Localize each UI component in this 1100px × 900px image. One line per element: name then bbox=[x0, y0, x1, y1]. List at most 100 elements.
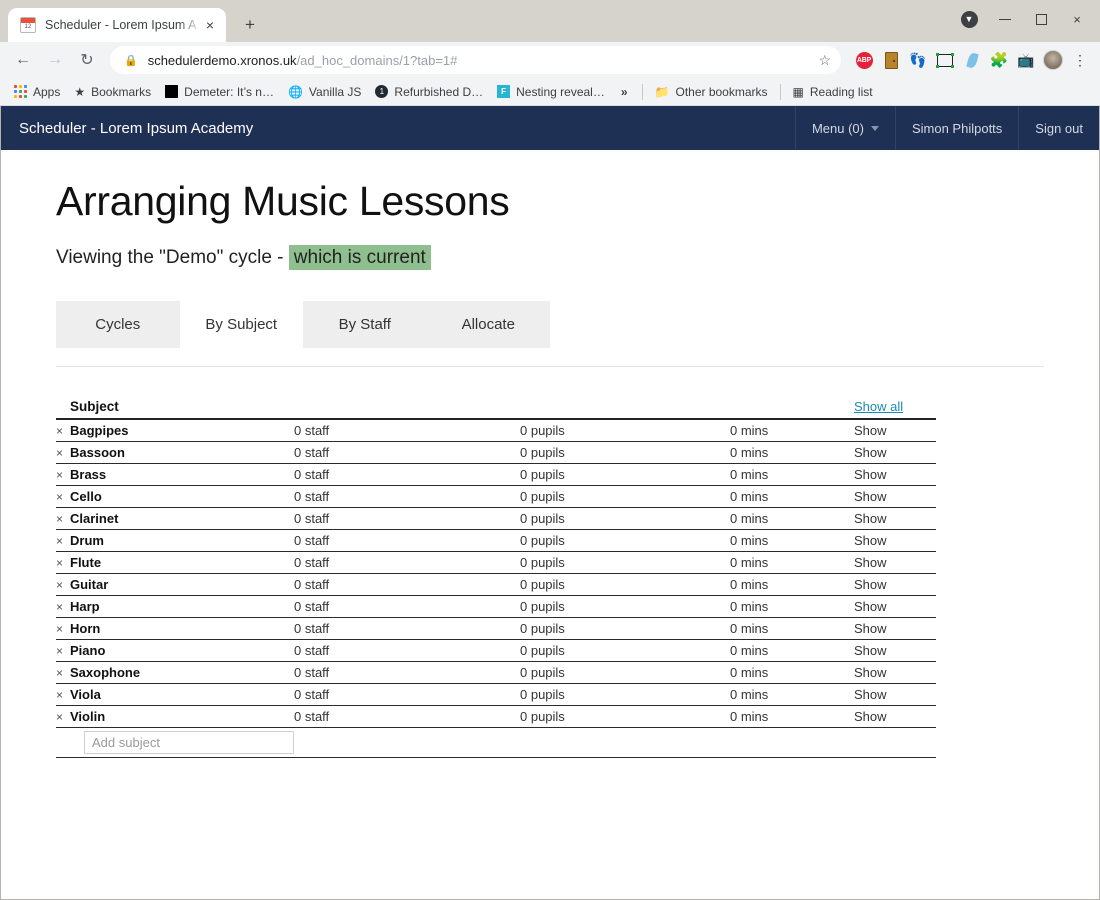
minimize-window-button[interactable] bbox=[988, 6, 1022, 32]
show-subject-link[interactable]: Show bbox=[854, 485, 936, 508]
bookmark-demeter[interactable]: Demeter: It’s n… bbox=[159, 82, 280, 102]
delete-subject-icon[interactable]: × bbox=[56, 419, 70, 442]
vault-door-icon[interactable] bbox=[879, 48, 903, 72]
show-subject-link[interactable]: Show bbox=[854, 529, 936, 552]
show-subject-link[interactable]: Show bbox=[854, 573, 936, 596]
leaf-icon[interactable] bbox=[960, 48, 984, 72]
cell-pupils: 0 pupils bbox=[520, 441, 730, 464]
delete-subject-icon[interactable]: × bbox=[56, 441, 70, 464]
reading-list-label: Reading list bbox=[809, 84, 873, 99]
cell-subject: Saxophone bbox=[70, 661, 294, 684]
tab-by-subject[interactable]: By Subject bbox=[179, 301, 303, 348]
back-icon[interactable]: ← bbox=[8, 45, 38, 75]
cell-pupils: 0 pupils bbox=[520, 419, 730, 442]
show-subject-link[interactable]: Show bbox=[854, 463, 936, 486]
bookmark-label: Nesting reveal… bbox=[516, 84, 605, 99]
show-subject-link[interactable]: Show bbox=[854, 661, 936, 684]
show-subject-link[interactable]: Show bbox=[854, 705, 936, 728]
show-subject-link[interactable]: Show bbox=[854, 595, 936, 618]
delete-subject-icon[interactable]: × bbox=[56, 529, 70, 552]
cell-mins: 0 mins bbox=[730, 551, 854, 574]
globe-icon: 🌐 bbox=[287, 84, 303, 99]
extension-badge-icon[interactable]: ▼ bbox=[952, 6, 986, 32]
maximize-window-button[interactable] bbox=[1024, 6, 1058, 32]
puzzle-extensions-icon[interactable]: 🧩 bbox=[987, 48, 1011, 72]
bookmark-apps[interactable]: Apps bbox=[8, 82, 66, 102]
bookmark-bookmarks[interactable]: ★ Bookmarks bbox=[68, 82, 157, 102]
cell-mins: 0 mins bbox=[730, 463, 854, 486]
cell-mins: 0 mins bbox=[730, 705, 854, 728]
address-bar[interactable]: 🔒 schedulerdemo.xronos.uk/ad_hoc_domains… bbox=[110, 46, 841, 74]
cell-pupils: 0 pupils bbox=[520, 485, 730, 508]
delete-subject-icon[interactable]: × bbox=[56, 573, 70, 596]
delete-subject-icon[interactable]: × bbox=[56, 617, 70, 640]
cell-subject: Guitar bbox=[70, 573, 294, 596]
cell-pupils: 0 pupils bbox=[520, 507, 730, 530]
bookmark-star-icon[interactable]: ☆ bbox=[818, 52, 831, 69]
browser-toolbar: ← → ↻ 🔒 schedulerdemo.xronos.uk/ad_hoc_d… bbox=[0, 42, 1100, 78]
cell-subject: Violin bbox=[70, 705, 294, 728]
add-subject-row bbox=[56, 727, 936, 758]
cell-pupils: 0 pupils bbox=[520, 639, 730, 662]
cell-pupils: 0 pupils bbox=[520, 705, 730, 728]
bookmark-vanilla-js[interactable]: 🌐 Vanilla JS bbox=[282, 82, 367, 102]
profile-avatar[interactable] bbox=[1041, 48, 1065, 72]
show-subject-link[interactable]: Show bbox=[854, 507, 936, 530]
cell-subject: Clarinet bbox=[70, 507, 294, 530]
browser-menu-icon[interactable]: ⋮ bbox=[1068, 48, 1092, 72]
table-row: × Violin 0 staff 0 pupils 0 mins Show bbox=[56, 705, 936, 728]
adblock-plus-icon[interactable]: ABP bbox=[852, 48, 876, 72]
navbar-menu-dropdown[interactable]: Menu (0) bbox=[794, 106, 895, 150]
reading-list-button[interactable]: ▦ Reading list bbox=[787, 82, 879, 102]
bookmark-nesting[interactable]: F Nesting reveal… bbox=[491, 82, 611, 102]
window-controls: ▼ × bbox=[952, 6, 1094, 32]
show-all-label: Show all bbox=[854, 399, 904, 414]
reload-icon[interactable]: ↻ bbox=[72, 45, 102, 75]
bookmark-refurbished[interactable]: 1 Refurbished D… bbox=[369, 82, 489, 102]
show-subject-link[interactable]: Show bbox=[854, 551, 936, 574]
divider bbox=[56, 366, 1044, 367]
tab-cycles[interactable]: Cycles bbox=[56, 301, 180, 348]
delete-subject-icon[interactable]: × bbox=[56, 463, 70, 486]
delete-subject-icon[interactable]: × bbox=[56, 551, 70, 574]
show-subject-link[interactable]: Show bbox=[854, 683, 936, 706]
tab-allocate[interactable]: Allocate bbox=[426, 301, 550, 348]
cell-mins: 0 mins bbox=[730, 595, 854, 618]
app-navbar: Scheduler - Lorem Ipsum Academy Menu (0)… bbox=[1, 106, 1099, 150]
delete-subject-icon[interactable]: × bbox=[56, 639, 70, 662]
tab-by-staff[interactable]: By Staff bbox=[303, 301, 427, 348]
delete-subject-icon[interactable]: × bbox=[56, 683, 70, 706]
delete-subject-icon[interactable]: × bbox=[56, 485, 70, 508]
delete-subject-icon[interactable]: × bbox=[56, 507, 70, 530]
show-subject-link[interactable]: Show bbox=[854, 419, 936, 442]
other-bookmarks-button[interactable]: 📁 Other bookmarks bbox=[649, 82, 774, 102]
navbar-user[interactable]: Simon Philpotts bbox=[894, 106, 1018, 150]
navbar-sign-out[interactable]: Sign out bbox=[1018, 106, 1099, 150]
delete-subject-icon[interactable]: × bbox=[56, 661, 70, 684]
browser-tab[interactable]: 12 Scheduler - Lorem Ipsum A × bbox=[8, 8, 226, 42]
close-tab-icon[interactable]: × bbox=[202, 17, 218, 33]
black-square-icon bbox=[165, 85, 179, 98]
table-row: × Brass 0 staff 0 pupils 0 mins Show bbox=[56, 463, 936, 486]
show-subject-link[interactable]: Show bbox=[854, 639, 936, 662]
page-title: Arranging Music Lessons bbox=[56, 178, 510, 224]
show-subject-link[interactable]: Show bbox=[854, 617, 936, 640]
folder-icon: 📁 bbox=[654, 84, 670, 99]
new-tab-button[interactable]: + bbox=[236, 11, 264, 39]
forward-icon[interactable]: → bbox=[40, 45, 70, 75]
show-subject-link[interactable]: Show bbox=[854, 441, 936, 464]
bookmarks-overflow-icon[interactable]: » bbox=[613, 85, 636, 99]
app-brand[interactable]: Scheduler - Lorem Ipsum Academy bbox=[1, 106, 795, 150]
show-all-link[interactable]: Show all bbox=[854, 397, 936, 420]
gnome-foot-icon[interactable]: 👣 bbox=[906, 48, 930, 72]
close-window-button[interactable]: × bbox=[1060, 6, 1094, 32]
delete-subject-icon[interactable]: × bbox=[56, 705, 70, 728]
screenshot-frame-icon[interactable] bbox=[933, 48, 957, 72]
dark-circle-icon: 1 bbox=[375, 85, 389, 98]
cell-staff: 0 staff bbox=[294, 639, 520, 662]
cell-staff: 0 staff bbox=[294, 507, 520, 530]
table-row: × Cello 0 staff 0 pupils 0 mins Show bbox=[56, 485, 936, 508]
delete-subject-icon[interactable]: × bbox=[56, 595, 70, 618]
add-subject-input[interactable] bbox=[84, 731, 294, 754]
cast-icon[interactable]: 📺 bbox=[1014, 48, 1038, 72]
